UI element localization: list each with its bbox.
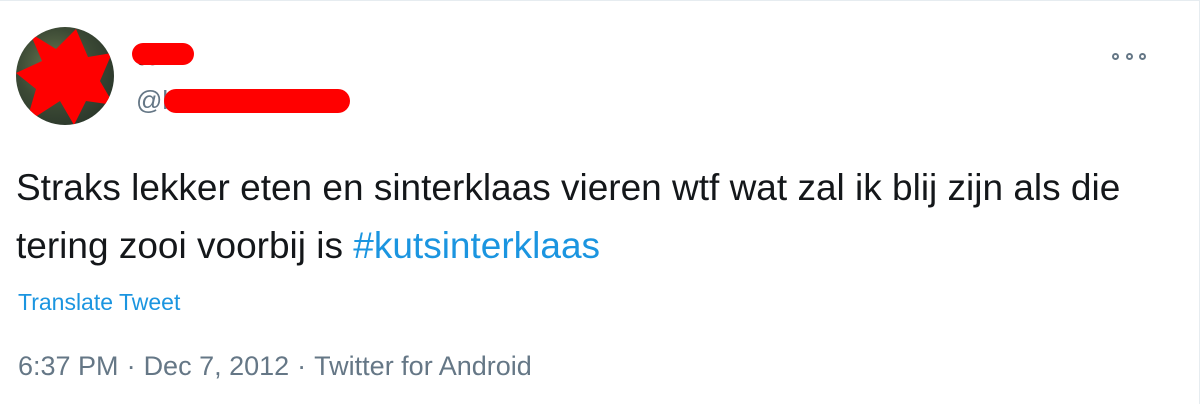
more-options-button[interactable] — [1112, 47, 1146, 65]
name-redaction — [132, 43, 194, 65]
avatar[interactable] — [16, 27, 114, 125]
tweet-source[interactable]: Twitter for Android — [314, 351, 532, 381]
display-name[interactable]: tom — [132, 41, 194, 71]
tweet-time[interactable]: 6:37 PM — [18, 351, 119, 381]
user-info: tom @l — [132, 41, 350, 115]
meta-separator: · — [126, 351, 136, 381]
tweet-card: tom @l Straks lekker eten en sinterklaas… — [0, 0, 1200, 404]
avatar-redaction — [16, 29, 114, 125]
tweet-meta: 6:37 PM · Dec 7, 2012 · Twitter for Android — [18, 351, 532, 382]
translate-tweet-link[interactable]: Translate Tweet — [18, 289, 180, 316]
more-options-icon — [1139, 52, 1146, 60]
user-handle[interactable]: @l — [136, 85, 350, 115]
handle-redaction — [164, 89, 350, 113]
hashtag-link[interactable]: #kutsinterklaas — [353, 225, 600, 266]
tweet-text: Straks lekker eten en sinterklaas vieren… — [16, 159, 1166, 275]
more-options-icon — [1112, 52, 1119, 60]
more-options-icon — [1125, 52, 1133, 60]
meta-separator: · — [297, 351, 307, 381]
tweet-date[interactable]: Dec 7, 2012 — [144, 351, 290, 381]
